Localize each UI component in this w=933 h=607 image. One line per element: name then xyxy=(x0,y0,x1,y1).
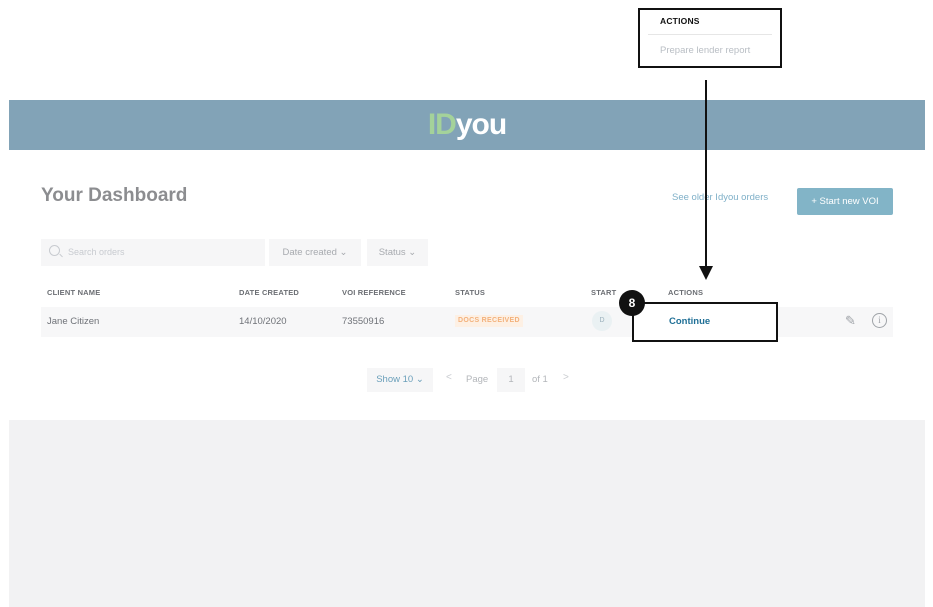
page-number-input[interactable]: 1 xyxy=(497,368,525,392)
see-older-orders-link[interactable]: See older Idyou orders xyxy=(672,192,768,203)
start-new-voi-button[interactable]: + Start new VOI xyxy=(797,188,893,215)
top-bar: IDyou xyxy=(9,100,925,150)
prepare-lender-report-item[interactable]: Prepare lender report xyxy=(660,45,750,56)
callout-header: ACTIONS xyxy=(660,16,700,26)
status-filter[interactable]: Status ⌄ xyxy=(367,239,428,266)
chevron-left-icon[interactable]: < xyxy=(446,372,452,383)
logo-id: ID xyxy=(427,108,457,141)
chevron-right-icon[interactable]: > xyxy=(563,372,569,383)
column-client-name: CLIENT NAME xyxy=(47,288,101,297)
search-icon xyxy=(49,245,60,256)
page-total: of 1 xyxy=(532,374,548,385)
date-created-filter[interactable]: Date created ⌄ xyxy=(269,239,361,266)
step-number-badge: 8 xyxy=(619,290,645,316)
continue-action-highlight[interactable]: Continue xyxy=(632,302,778,342)
column-actions: ACTIONS xyxy=(668,288,704,297)
column-status: STATUS xyxy=(455,288,486,297)
voi-reference-cell: 73550916 xyxy=(342,316,385,327)
page-size-select[interactable]: Show 10 ⌄ xyxy=(367,368,433,392)
continue-button[interactable]: Continue xyxy=(669,316,710,327)
column-voi-reference: VOI REFERENCE xyxy=(342,288,406,297)
actions-callout: ACTIONS Prepare lender report xyxy=(638,8,782,68)
avatar: D xyxy=(592,311,612,331)
callout-divider xyxy=(648,34,772,35)
pencil-icon[interactable]: ✎ xyxy=(845,313,859,328)
page-label: Page xyxy=(466,374,489,385)
search-input[interactable]: Search orders xyxy=(41,239,265,266)
column-started-by: START xyxy=(591,288,617,297)
search-placeholder: Search orders xyxy=(68,247,125,257)
callout-arrow-line xyxy=(705,80,707,270)
callout-arrow-head xyxy=(699,266,713,280)
idyou-logo[interactable]: IDyou xyxy=(9,100,925,150)
info-icon[interactable]: i xyxy=(872,313,887,328)
logo-you: you xyxy=(455,108,507,141)
status-badge: DOCS RECEIVED xyxy=(455,315,523,327)
client-name-cell: Jane Citizen xyxy=(47,316,100,327)
page-title: Your Dashboard xyxy=(41,185,188,206)
date-created-cell: 14/10/2020 xyxy=(239,316,287,327)
column-date-created: DATE CREATED xyxy=(239,288,300,297)
